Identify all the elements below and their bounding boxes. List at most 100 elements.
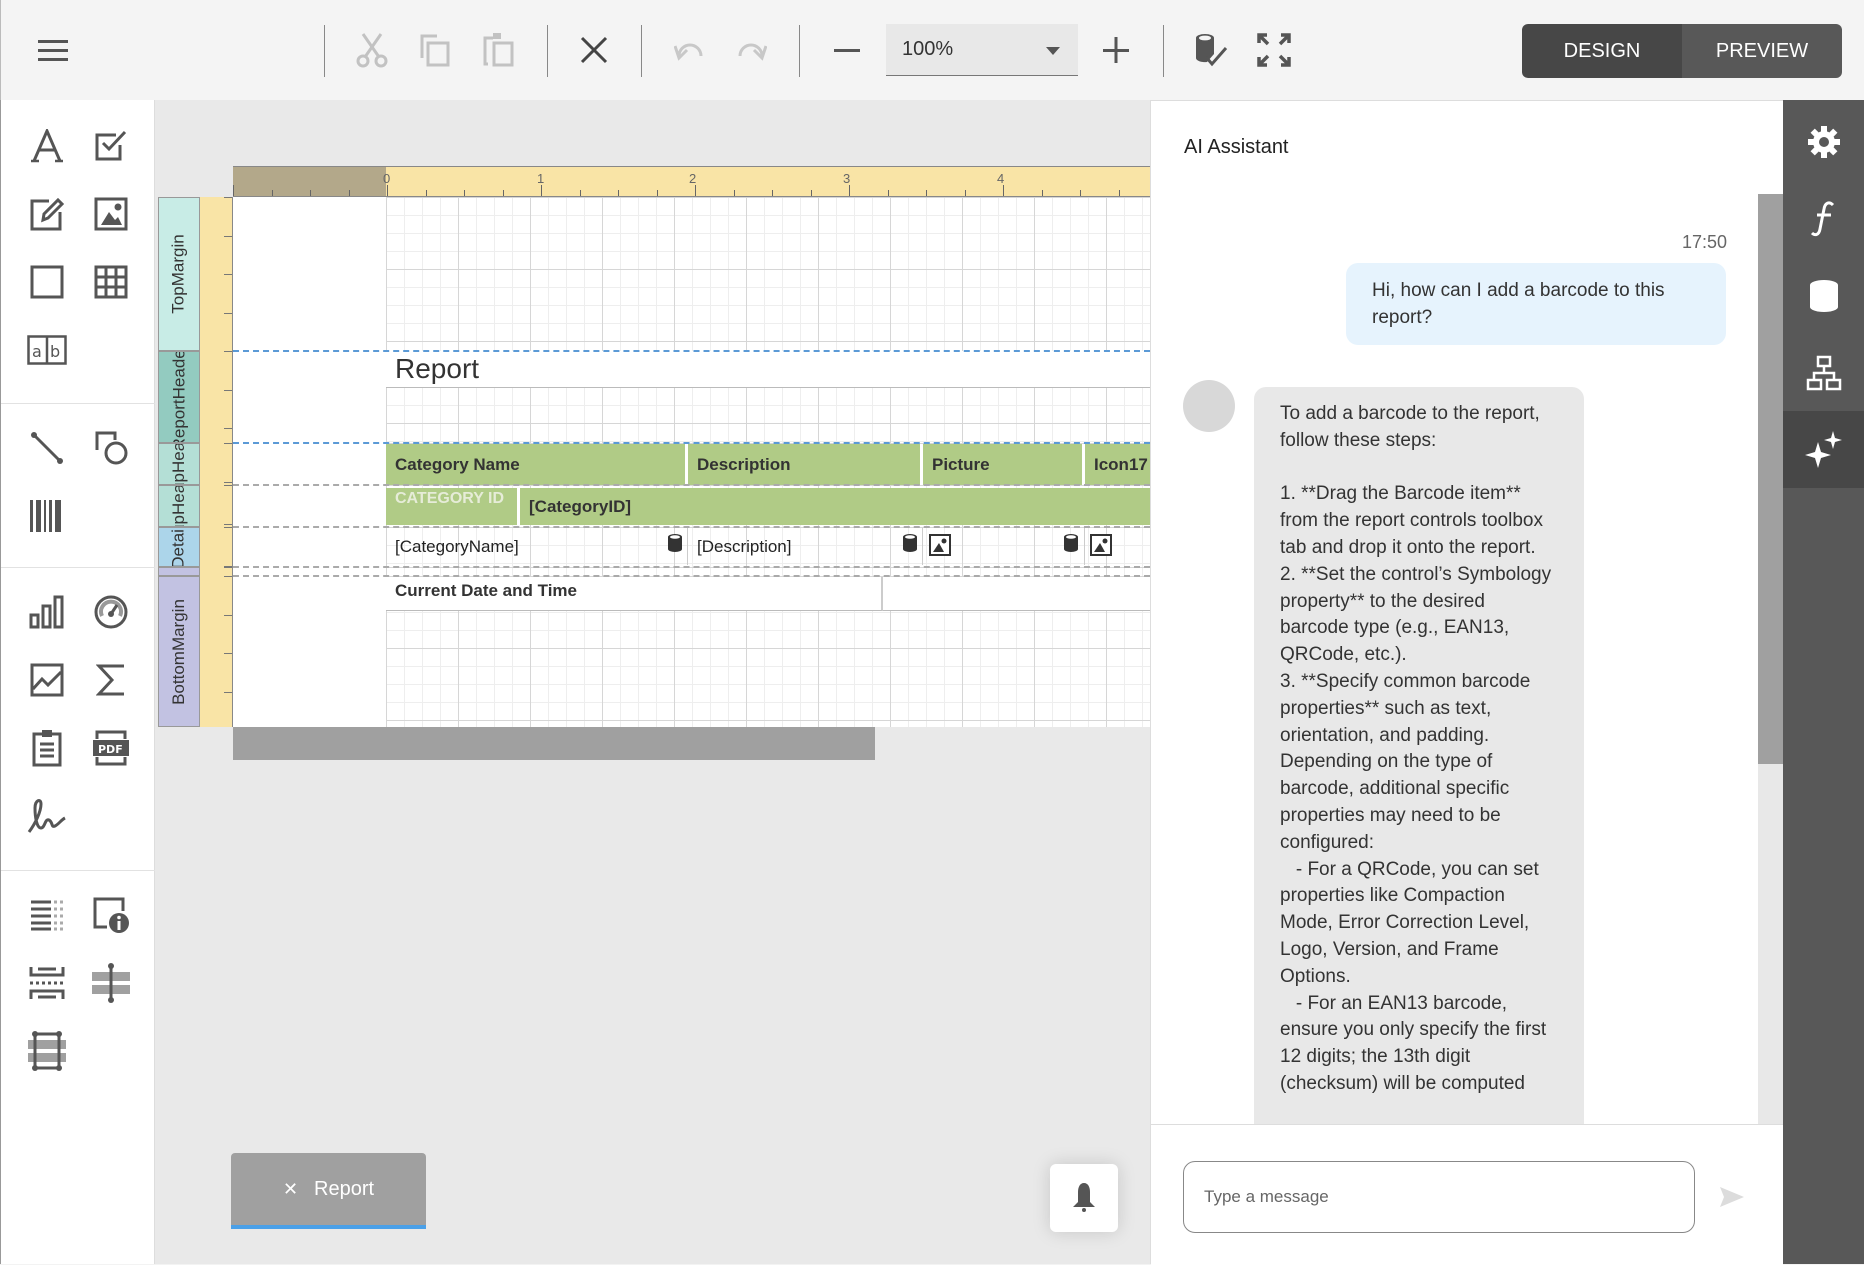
notifications-button[interactable] bbox=[1050, 1164, 1118, 1232]
checkbox-icon bbox=[95, 130, 127, 161]
hamburger-menu-button[interactable] bbox=[29, 26, 77, 74]
band-separator[interactable] bbox=[233, 526, 1150, 528]
toolbox-item-table-of-contents[interactable] bbox=[25, 893, 69, 937]
ruler-tick bbox=[224, 567, 232, 568]
band-separator[interactable] bbox=[233, 350, 1150, 352]
toolbox-item-rich-text[interactable] bbox=[25, 192, 69, 236]
band-bottom-margin[interactable]: BottomMargin Current Date and Time bbox=[158, 576, 1150, 727]
cut-button[interactable] bbox=[348, 26, 396, 74]
toolbox-item-label[interactable] bbox=[25, 124, 69, 168]
tab-field-list[interactable] bbox=[1783, 257, 1864, 334]
toolbox-item-pdf-content[interactable]: PDF bbox=[89, 726, 133, 770]
table-icon bbox=[94, 265, 128, 299]
toolbox-item-checkbox[interactable] bbox=[89, 124, 133, 168]
toolbox-item-pivot-grid[interactable] bbox=[25, 726, 69, 770]
toolbox-item-cross-band-line[interactable] bbox=[89, 961, 133, 1005]
tab-properties[interactable] bbox=[1783, 103, 1864, 180]
footer-empty-cell[interactable] bbox=[883, 577, 1150, 611]
full-screen-button[interactable] bbox=[1250, 26, 1298, 74]
detail-cell[interactable]: [Description] bbox=[688, 528, 923, 565]
close-icon[interactable]: ✕ bbox=[283, 1179, 298, 1200]
chat-scrollbar[interactable] bbox=[1758, 194, 1784, 1224]
toolbox-item-sparkline[interactable] bbox=[25, 658, 69, 702]
send-icon[interactable] bbox=[1718, 1185, 1746, 1209]
band-label[interactable]: Detail bbox=[158, 527, 200, 567]
band-label[interactable] bbox=[158, 567, 200, 576]
band-label[interactable]: GroupHeader1 bbox=[158, 443, 200, 485]
preview-mode-button[interactable]: PREVIEW bbox=[1682, 24, 1842, 78]
band-label[interactable]: GroupHeader2 bbox=[158, 485, 200, 527]
ruler-tick bbox=[579, 190, 581, 196]
toolbox-item-table[interactable] bbox=[89, 260, 133, 304]
zoom-out-button[interactable] bbox=[823, 26, 871, 74]
mode-switch: DESIGN PREVIEW bbox=[1522, 24, 1842, 78]
undo-icon bbox=[674, 43, 703, 61]
header-cell[interactable]: Category Name bbox=[386, 444, 688, 485]
tab-expressions[interactable] bbox=[1783, 180, 1864, 257]
band-report-header[interactable]: ReportHeader Report bbox=[158, 351, 1150, 443]
toolbar-divider bbox=[324, 25, 325, 77]
header-cell[interactable]: Picture bbox=[923, 444, 1085, 485]
band-separator[interactable] bbox=[233, 566, 1150, 568]
toolbox-divider bbox=[1, 403, 155, 404]
group-caption-cell[interactable]: CATEGORY ID bbox=[386, 488, 520, 525]
validate-bindings-button[interactable] bbox=[1187, 26, 1235, 74]
band-top-margin[interactable]: TopMargin bbox=[158, 197, 1150, 351]
zoom-level-dropdown[interactable]: 100% bbox=[886, 24, 1078, 76]
tab-ai-assistant[interactable] bbox=[1783, 411, 1864, 488]
footer-datetime-label[interactable]: Current Date and Time bbox=[386, 577, 883, 611]
vertical-ruler bbox=[200, 576, 233, 727]
band-separator[interactable] bbox=[233, 484, 1150, 486]
band-group-header-2[interactable]: GroupHeader2 CATEGORY ID [CategoryID] bbox=[158, 485, 1150, 527]
toolbox-item-summary[interactable] bbox=[89, 658, 133, 702]
zoom-in-button[interactable] bbox=[1092, 26, 1140, 74]
design-surface[interactable]: 0 1 2 3 4 TopMargin ReportHeader Report … bbox=[155, 100, 1150, 1264]
svg-text:b: b bbox=[50, 342, 60, 361]
toolbox-item-line[interactable] bbox=[25, 426, 69, 470]
ruler-tick bbox=[926, 190, 927, 196]
toolbox-item-panel[interactable] bbox=[25, 260, 69, 304]
undo-button[interactable] bbox=[665, 26, 713, 74]
band-separator[interactable] bbox=[233, 575, 1150, 577]
horizontal-scrollbar-thumb[interactable] bbox=[233, 727, 875, 760]
delete-button[interactable] bbox=[570, 26, 618, 74]
toolbox-item-page-break[interactable] bbox=[25, 961, 69, 1005]
band-detail[interactable]: Detail [CategoryName] [Description] bbox=[158, 527, 1150, 567]
tab-report-explorer[interactable] bbox=[1783, 334, 1864, 411]
design-mode-button[interactable]: DESIGN bbox=[1522, 24, 1682, 78]
band-group-header-1[interactable]: GroupHeader1 Category Name Description P… bbox=[158, 443, 1150, 485]
toolbox-item-barcode[interactable] bbox=[25, 494, 69, 538]
toolbox-item-gauge[interactable] bbox=[89, 590, 133, 634]
band-separator[interactable] bbox=[233, 442, 1150, 444]
message-timestamp: 17:50 bbox=[1681, 232, 1727, 252]
ruler-tick bbox=[224, 428, 232, 429]
toolbar-divider bbox=[799, 25, 800, 77]
band-label[interactable]: TopMargin bbox=[158, 197, 200, 351]
copy-icon bbox=[420, 34, 450, 67]
toolbox-item-signature[interactable] bbox=[25, 794, 69, 838]
detail-cell[interactable]: [CategoryName] bbox=[386, 528, 688, 565]
chat-scrollbar-thumb[interactable] bbox=[1758, 194, 1784, 764]
report-title-label[interactable]: Report bbox=[386, 351, 1150, 388]
band-label[interactable]: BottomMargin bbox=[158, 576, 200, 727]
ruler-number: 4 bbox=[997, 171, 1005, 186]
header-cell[interactable]: Description bbox=[688, 444, 923, 485]
toolbox-item-chart[interactable] bbox=[25, 590, 69, 634]
ruler-tick bbox=[233, 185, 234, 196]
ruler-tick bbox=[425, 190, 427, 196]
band-label[interactable]: ReportHeader bbox=[158, 351, 200, 443]
group-value-cell[interactable]: [CategoryID] bbox=[520, 488, 1150, 525]
toolbox-item-picture-box[interactable] bbox=[89, 192, 133, 236]
message-input[interactable] bbox=[1183, 1161, 1695, 1233]
toolbox-item-character-comb[interactable]: ab bbox=[25, 328, 69, 372]
toolbox-item-cross-band-box[interactable] bbox=[25, 1029, 69, 1073]
redo-button[interactable] bbox=[728, 26, 776, 74]
band-margin-area bbox=[233, 197, 386, 351]
toolbox-item-page-info[interactable] bbox=[89, 893, 133, 937]
copy-button[interactable] bbox=[411, 26, 459, 74]
assistant-message-bubble: To add a barcode to the report, follow t… bbox=[1254, 387, 1584, 1224]
document-tab-report[interactable]: ✕ Report bbox=[231, 1153, 426, 1229]
paste-button[interactable] bbox=[475, 26, 523, 74]
toolbox-item-shape[interactable] bbox=[89, 426, 133, 470]
header-cell[interactable]: Icon17 bbox=[1085, 444, 1150, 485]
